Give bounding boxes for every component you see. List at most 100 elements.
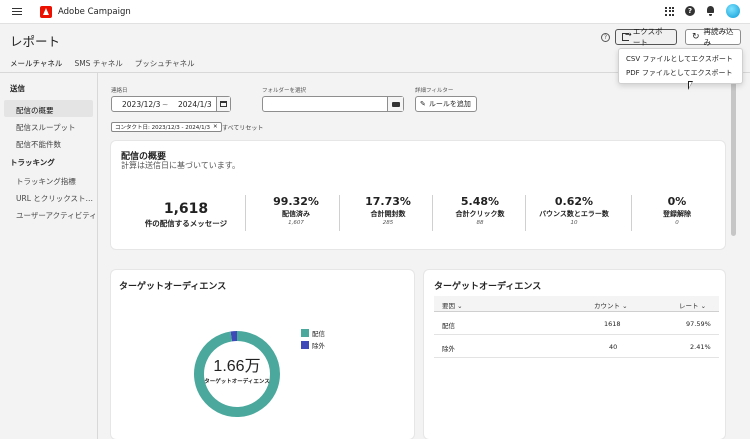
table-row: 除外 40 2.41% bbox=[434, 335, 719, 358]
legend-item-delivered[interactable]: 配信 bbox=[301, 328, 325, 338]
sidebar-item-user-activity[interactable]: ユーザーアクティビティ bbox=[0, 205, 97, 222]
notification-bell-icon[interactable] bbox=[706, 6, 715, 16]
legend-item-excluded[interactable]: 除外 bbox=[301, 340, 325, 350]
kpi-value: 99.32% bbox=[273, 195, 319, 208]
kpi-count: 88 bbox=[476, 220, 484, 226]
kpi-label: 登録解除 bbox=[663, 210, 691, 218]
date-to[interactable]: 2024/1/3 bbox=[178, 100, 212, 109]
kpi-divider bbox=[339, 195, 340, 231]
kpi-opens: 17.73% 合計開封数 285 bbox=[343, 195, 433, 226]
donut-center-label: ターゲットオーディエンス bbox=[204, 377, 270, 385]
folder-icon bbox=[391, 101, 400, 107]
delivery-summary-card: 配信の概要 計算は送信日に基づいています。 1,618 件の配信するメッセージ … bbox=[111, 141, 725, 249]
sidebar-item-undeliverable[interactable]: 配信不能件数 bbox=[0, 134, 97, 151]
top-bar: Adobe Campaign ? bbox=[0, 0, 750, 24]
target-audience-chart-card: ターゲットオーディエンス 1.66万 ターゲットオーディエンス 配信 除外 bbox=[111, 270, 414, 439]
reload-button[interactable]: ↻ 再読み込み bbox=[685, 27, 741, 47]
legend-label: 配信 bbox=[312, 330, 325, 338]
filter-chip-text: コンタクト日: 2023/12/3 - 2024/1/3 bbox=[115, 125, 210, 131]
legend-swatch bbox=[301, 341, 309, 349]
date-from[interactable]: 2023/12/3 bbox=[122, 100, 160, 109]
kpi-divider bbox=[432, 195, 433, 231]
table-card-title: ターゲットオーディエンス bbox=[434, 282, 542, 292]
page-title: レポート bbox=[10, 34, 61, 49]
add-rule-button[interactable]: ✎ ルールを追加 bbox=[415, 96, 477, 112]
donut-center-value: 1.66万 bbox=[213, 358, 260, 375]
kpi-divider bbox=[525, 195, 526, 231]
help-icon[interactable]: ? bbox=[685, 6, 695, 16]
col-header-rate[interactable]: レート ⌄ bbox=[679, 300, 706, 310]
content-scrollbar[interactable] bbox=[731, 76, 736, 236]
kpi-clicks: 5.48% 合計クリック数 88 bbox=[435, 195, 525, 226]
tab-push[interactable]: プッシュチャネル bbox=[135, 58, 195, 76]
kpi-value: 0.62% bbox=[554, 195, 594, 208]
kpi-count: 10 bbox=[570, 220, 578, 226]
sidebar-group-tracking: トラッキング bbox=[10, 158, 55, 167]
cell-count: 40 bbox=[609, 343, 618, 351]
col-header-count[interactable]: カウント ⌄ bbox=[594, 300, 628, 310]
apps-grid-icon[interactable] bbox=[665, 6, 674, 16]
refresh-icon: ↻ bbox=[692, 31, 700, 42]
kpi-label: 合計開封数 bbox=[370, 210, 406, 218]
table-header: 要因 ⌄ カウント ⌄ レート ⌄ bbox=[434, 296, 719, 312]
summary-subtitle: 計算は送信日に基づいています。 bbox=[121, 161, 240, 170]
kpi-value: 5.48% bbox=[460, 195, 500, 208]
kpi-delivered: 99.32% 配信済み 1,607 bbox=[251, 195, 341, 226]
menu-icon[interactable] bbox=[12, 7, 22, 16]
menu-item-export-pdf[interactable]: PDF ファイルとしてエクスポート bbox=[619, 63, 742, 77]
cell-reason: 配信 bbox=[442, 322, 455, 330]
sidebar-item-url-clicks[interactable]: URL とクリックスト… bbox=[0, 188, 97, 205]
target-audience-donut-chart: 1.66万 ターゲットオーディエンス bbox=[194, 331, 280, 417]
info-icon[interactable]: ? bbox=[601, 33, 610, 42]
kpi-label: バウンス数とエラー数 bbox=[539, 210, 609, 218]
export-icon bbox=[622, 30, 631, 41]
kpi-total-messages: 1,618 件の配信するメッセージ bbox=[141, 201, 231, 229]
table-row: 配信 1618 97.59% bbox=[434, 312, 719, 335]
calendar-icon bbox=[220, 101, 227, 107]
kpi-divider bbox=[245, 195, 246, 231]
target-audience-table-card: ターゲットオーディエンス 要因 ⌄ カウント ⌄ レート ⌄ 配信 1618 9… bbox=[424, 270, 725, 439]
sidebar-item-delivery-summary[interactable]: 配信の概要 bbox=[4, 100, 93, 117]
mouse-cursor bbox=[688, 81, 693, 90]
folder-filter-label: フォルダーを選択 bbox=[262, 88, 307, 94]
audience-table: 要因 ⌄ カウント ⌄ レート ⌄ 配信 1618 97.59% 除外 40 2… bbox=[434, 296, 719, 358]
menu-item-export-csv[interactable]: CSV ファイルとしてエクスポート bbox=[619, 49, 742, 63]
reset-all-link[interactable]: すべてリセット bbox=[222, 123, 263, 132]
kpi-bounces: 0.62% バウンス数とエラー数 10 bbox=[529, 195, 619, 226]
kpi-unsubscribes: 0% 登録解除 0 bbox=[632, 195, 722, 226]
chart-legend: 配信 除外 bbox=[301, 328, 325, 352]
date-range-picker[interactable]: 2023/12/3 ~ 2024/1/3 bbox=[111, 96, 231, 112]
user-avatar[interactable] bbox=[726, 4, 740, 18]
add-rule-label: ルールを追加 bbox=[428, 100, 471, 108]
kpi-label: 合計クリック数 bbox=[455, 210, 505, 218]
date-filter-label: 連絡日 bbox=[111, 88, 128, 94]
chip-close-icon[interactable]: ✕ bbox=[213, 124, 218, 130]
date-separator: ~ bbox=[162, 100, 169, 109]
report-sidebar: 送信 配信の概要 配信スループット 配信不能件数 トラッキング トラッキング指標… bbox=[0, 73, 98, 439]
kpi-count: 0 bbox=[675, 220, 679, 226]
kpi-label: 配信済み bbox=[282, 210, 310, 218]
legend-swatch bbox=[301, 329, 309, 337]
pencil-icon: ✎ bbox=[420, 100, 426, 108]
app-name: Adobe Campaign bbox=[58, 6, 131, 17]
legend-label: 除外 bbox=[312, 342, 325, 350]
export-menu: CSV ファイルとしてエクスポート PDF ファイルとしてエクスポート bbox=[618, 48, 743, 84]
folder-select-field[interactable] bbox=[262, 96, 404, 112]
kpi-value: 0% bbox=[667, 195, 687, 208]
kpi-label: 件の配信するメッセージ bbox=[144, 219, 228, 228]
adobe-logo-icon bbox=[40, 5, 52, 18]
cell-count: 1618 bbox=[604, 320, 621, 328]
col-header-reason[interactable]: 要因 ⌄ bbox=[442, 300, 463, 310]
export-button[interactable]: エクスポート bbox=[615, 27, 677, 47]
kpi-count: 285 bbox=[382, 220, 394, 226]
kpi-value: 17.73% bbox=[365, 195, 411, 208]
kpi-count: 1,607 bbox=[288, 220, 304, 226]
kpi-value: 1,618 bbox=[163, 201, 209, 217]
cell-rate: 2.41% bbox=[690, 343, 711, 351]
folder-browse-button[interactable] bbox=[387, 97, 403, 111]
cell-rate: 97.59% bbox=[686, 320, 711, 328]
sidebar-item-throughput[interactable]: 配信スループット bbox=[0, 117, 97, 134]
calendar-button[interactable] bbox=[216, 97, 230, 111]
sidebar-item-tracking-metrics[interactable]: トラッキング指標 bbox=[0, 171, 97, 188]
reload-button-label: 再読み込み bbox=[703, 27, 734, 47]
